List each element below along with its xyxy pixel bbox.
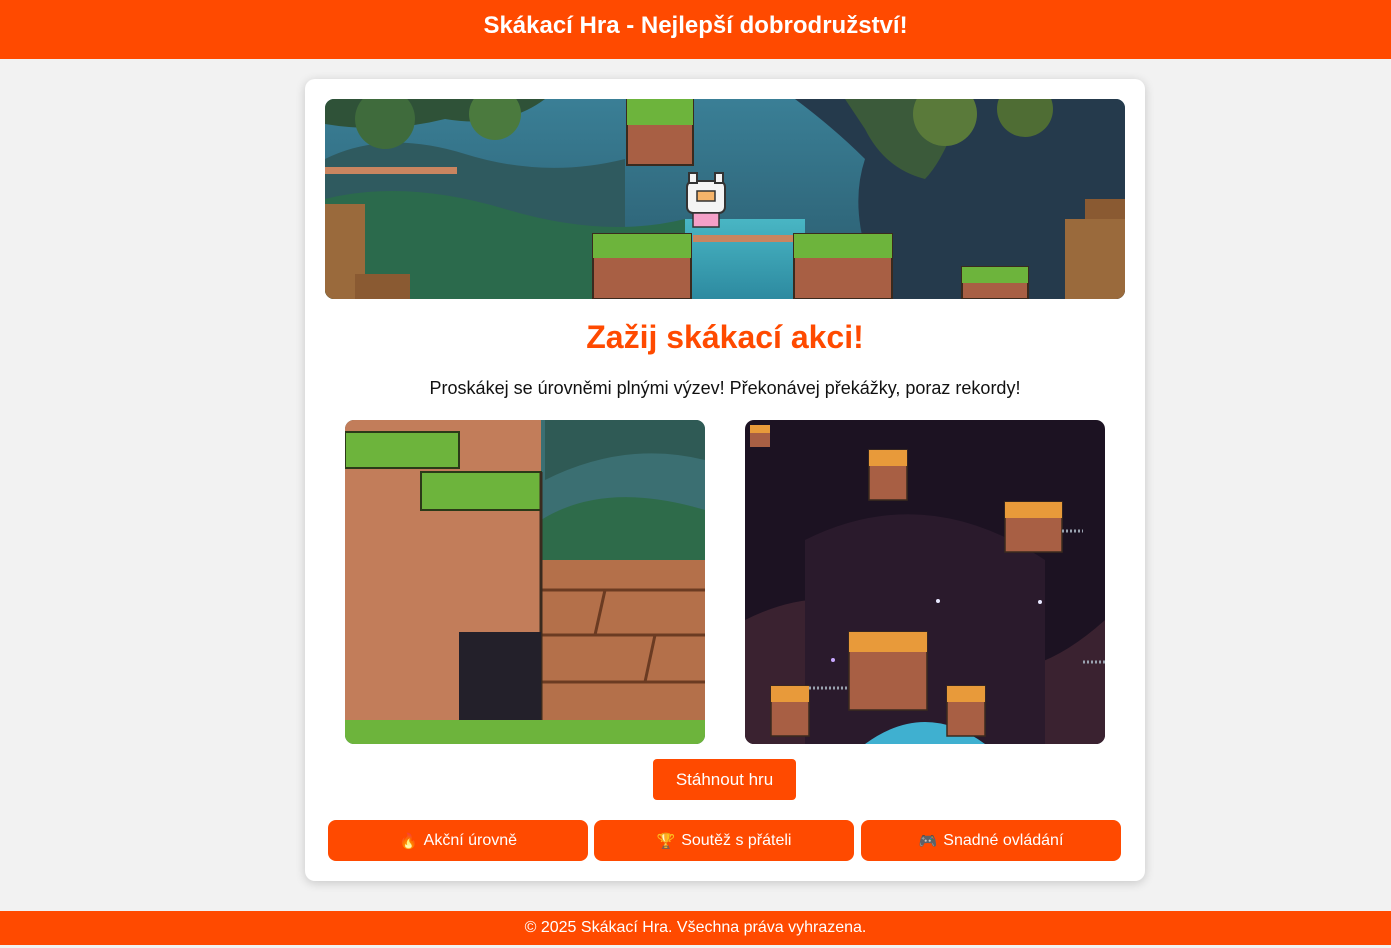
- main-headline: Zažij skákací akci!: [586, 319, 864, 355]
- forest-level-screenshot: [345, 420, 705, 744]
- main-subtext: Proskákej se úrovněmi plnými výzev! Přek…: [429, 378, 1021, 398]
- game-banner-image: [325, 99, 1125, 299]
- site-title: Skákací Hra - Nejlepší dobrodružství!: [483, 12, 908, 39]
- footer-copyright: © 2025 Skákací Hra. Všechna práva vyhraz…: [524, 919, 867, 936]
- feature-label: Akční úrovně: [423, 831, 518, 849]
- feature-easy-controls[interactable]: 🎮 Snadné ovládání: [861, 820, 1121, 861]
- cave-level-screenshot: [745, 420, 1105, 744]
- gamepad-icon: 🎮: [918, 831, 938, 850]
- fire-icon: 🔥: [398, 831, 418, 850]
- feature-action-levels[interactable]: 🔥 Akční úrovně: [328, 820, 588, 861]
- download-game-button[interactable]: Stáhnout hru: [653, 759, 796, 800]
- feature-list: 🔥 Akční úrovně 🏆 Soutěž s přáteli 🎮 Snad…: [328, 820, 1122, 861]
- feature-label: Snadné ovládání: [943, 831, 1064, 849]
- site-footer: © 2025 Skákací Hra. Všechna práva vyhraz…: [0, 911, 1391, 945]
- feature-compete-friends[interactable]: 🏆 Soutěž s přáteli: [594, 820, 854, 861]
- main-card: Zažij skákací akci! Proskákej se úrovněm…: [305, 79, 1145, 881]
- site-header: Skákací Hra - Nejlepší dobrodružství!: [0, 0, 1391, 59]
- trophy-icon: 🏆: [656, 831, 676, 850]
- feature-label: Soutěž s přáteli: [681, 831, 792, 849]
